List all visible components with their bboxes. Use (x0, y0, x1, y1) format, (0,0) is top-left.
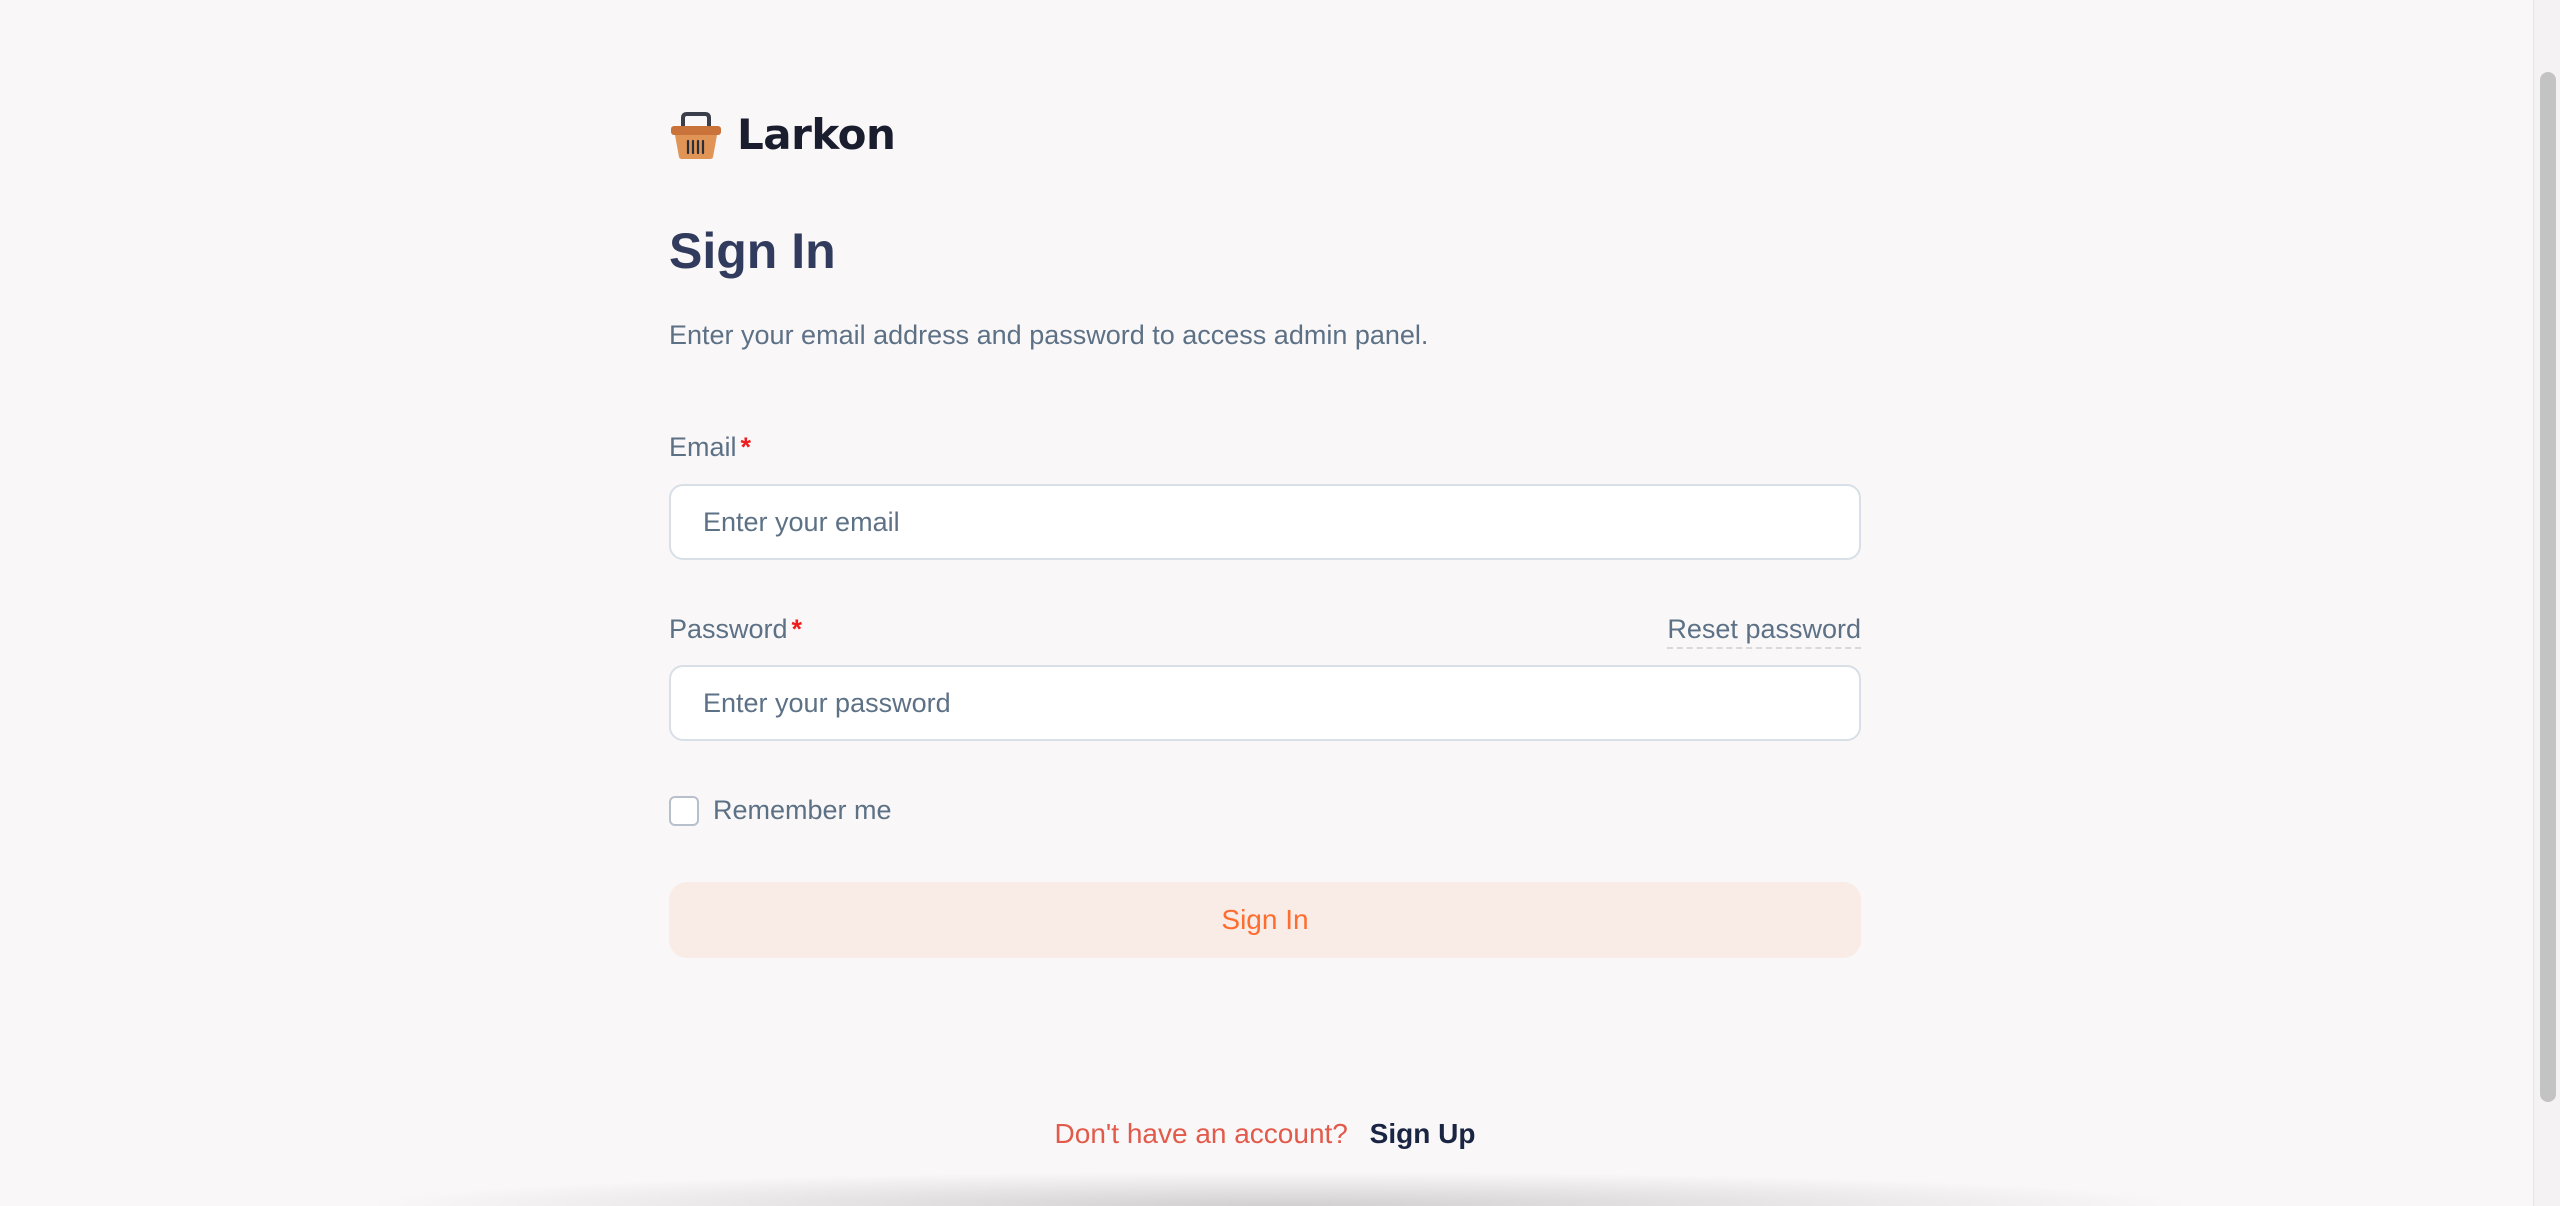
bottom-shadow (380, 1172, 2180, 1206)
signup-question: Don't have an account? (1054, 1118, 1348, 1149)
brand-logo[interactable]: Larkon (669, 108, 896, 160)
remember-me-checkbox[interactable] (669, 795, 699, 826)
email-label-text: Email (669, 432, 737, 462)
email-required-mark: * (740, 432, 752, 462)
password-input[interactable] (669, 665, 1861, 741)
sign-in-page: Larkon Sign In Enter your email address … (0, 0, 2560, 1206)
password-label: Password * (669, 614, 802, 645)
reset-password-link[interactable]: Reset password (1667, 614, 1861, 649)
password-required-mark: * (791, 614, 803, 644)
sign-in-button[interactable]: Sign In (669, 882, 1861, 958)
remember-me[interactable]: Remember me (669, 795, 892, 826)
sign-up-link[interactable]: Sign Up (1370, 1118, 1476, 1149)
signup-prompt: Don't have an account? Sign Up (669, 1118, 1861, 1150)
remember-me-label[interactable]: Remember me (713, 795, 892, 826)
page-title: Sign In (669, 223, 836, 279)
email-input[interactable] (669, 484, 1861, 560)
email-label: Email * (669, 432, 751, 463)
scrollbar-thumb[interactable] (2540, 72, 2556, 1102)
page-subtitle: Enter your email address and password to… (669, 320, 1429, 350)
password-label-text: Password (669, 614, 788, 644)
basket-icon (671, 112, 721, 159)
brand-name: Larkon (737, 109, 896, 159)
scrollbar-track[interactable] (2533, 0, 2560, 1206)
